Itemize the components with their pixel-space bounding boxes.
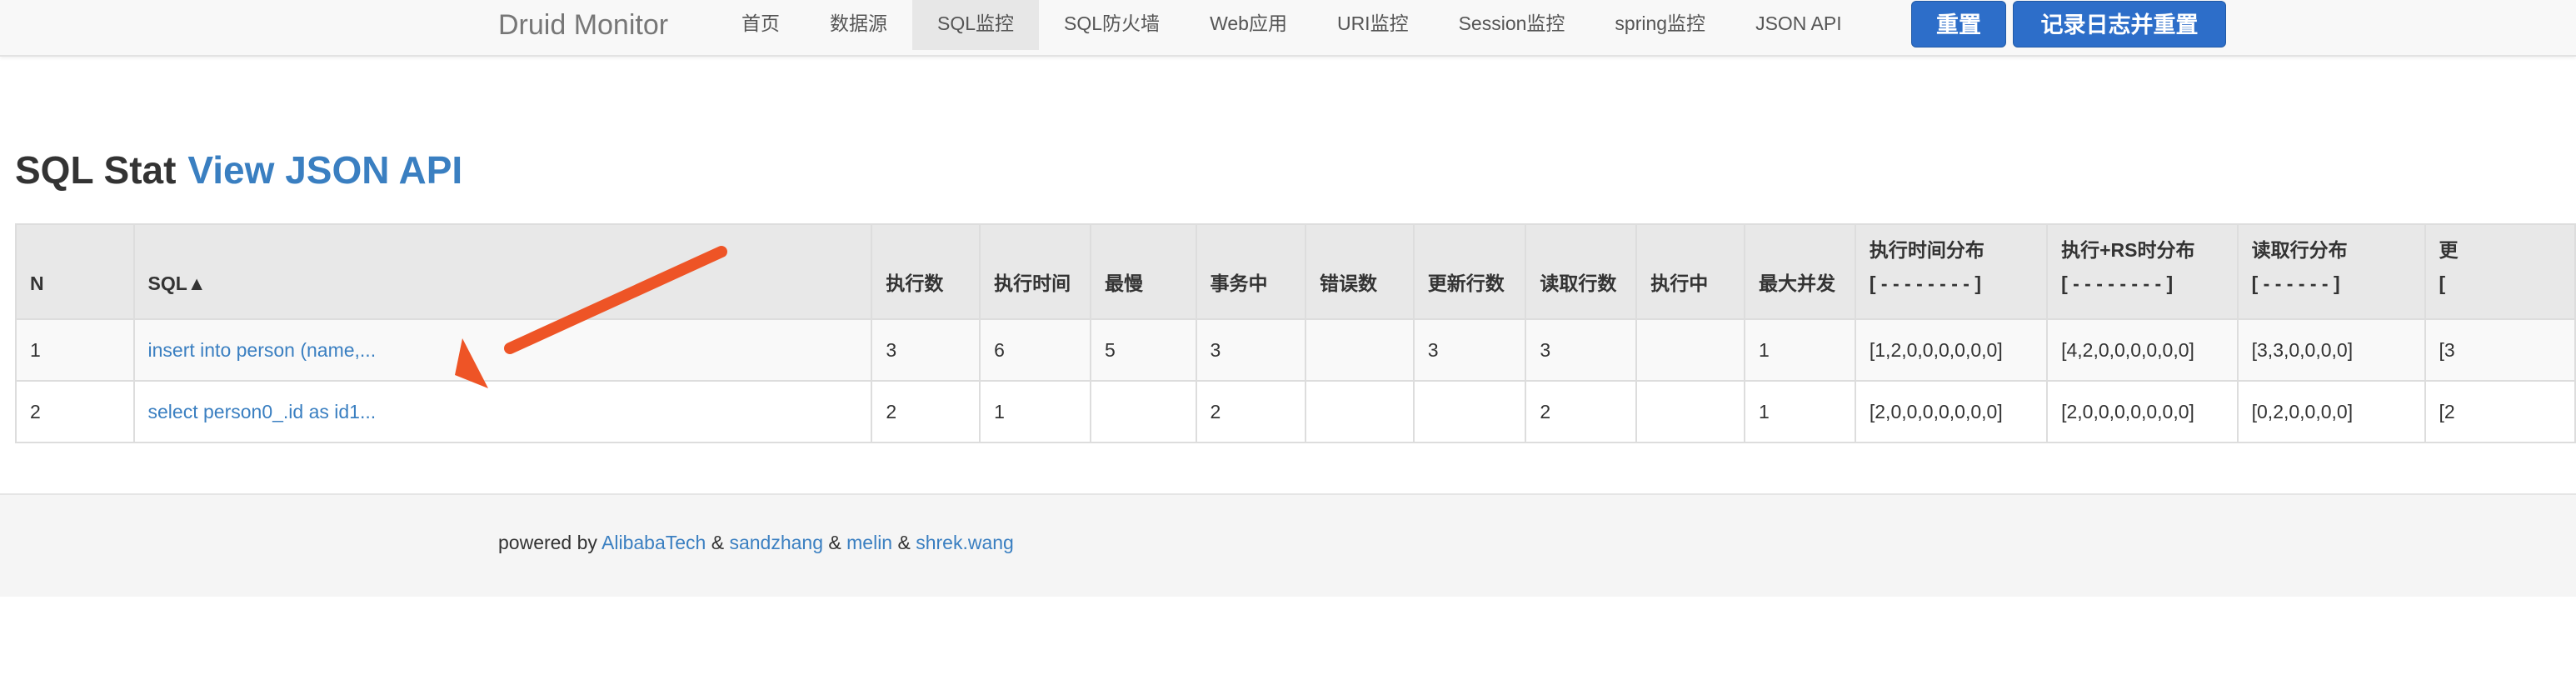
cell-n: 2 [15,380,135,443]
cell-running [1635,318,1745,382]
column-header-read-rows[interactable]: 读取行数 [1525,223,1638,320]
cell-in-transaction: 2 [1195,380,1307,443]
cell-exec-time-histogram: [2,0,0,0,0,0,0,0] [1854,380,2049,443]
cell-running [1635,380,1745,443]
footer-link-sandzhang[interactable]: sandzhang [729,532,823,553]
table-header-row: N SQL▲ 执行数 执行时间 最慢 事务中 错误数 更新行数 读取行数 执行中… [15,223,2576,320]
nav-item-web-app[interactable]: Web应用 [1185,0,1312,50]
column-header-exec-time[interactable]: 执行时间 [979,223,1091,320]
footer-link-shrek-wang[interactable]: shrek.wang [916,532,1014,553]
column-header-running[interactable]: 执行中 [1635,223,1745,320]
footer-prefix: powered by [498,532,602,553]
cell-slowest [1089,380,1197,443]
column-header-in-transaction[interactable]: 事务中 [1195,223,1307,320]
cell-max-concurrency: 1 [1743,380,1856,443]
cell-in-transaction: 3 [1195,318,1307,382]
cell-read-rows: 3 [1525,318,1638,382]
cell-exec-count: 2 [871,380,981,443]
page-title: SQL Stat View JSON API [15,147,462,193]
column-header-exec-count[interactable]: 执行数 [871,223,981,320]
cell-sql: insert into person (name,... [132,318,873,382]
cell-exec-rs-histogram: [4,2,0,0,0,0,0,0] [2046,318,2239,382]
nav-menu: 首页 数据源 SQL监控 SQL防火墙 Web应用 URI监控 Session监… [716,0,1867,50]
cell-max-concurrency: 1 [1743,318,1856,382]
column-header-max-concurrency[interactable]: 最大并发 [1743,223,1856,320]
cell-update-histogram: [3 [2424,318,2576,382]
cell-fetch-row-histogram: [3,3,0,0,0,0] [2236,318,2426,382]
cell-exec-time: 1 [979,380,1091,443]
cell-slowest: 5 [1089,318,1197,382]
nav-item-datasource[interactable]: 数据源 [805,0,912,50]
column-header-slowest[interactable]: 最慢 [1089,223,1197,320]
cell-fetch-row-histogram: [0,2,0,0,0,0] [2236,380,2426,443]
nav-item-uri-monitor[interactable]: URI监控 [1312,0,1434,50]
nav-item-sql-monitor[interactable]: SQL监控 [912,0,1040,50]
nav-item-spring-monitor[interactable]: spring监控 [1590,0,1730,50]
brand-logo[interactable]: Druid Monitor [498,3,668,47]
column-header-exec-rs-histogram: 执行+RS时分布[ - - - - - - - - ] [2046,223,2239,320]
sql-link[interactable]: select person0_.id as id1... [148,401,377,422]
cell-error-count [1305,318,1415,382]
nav-item-json-api[interactable]: JSON API [1730,0,1867,50]
footer-separator: & [892,532,916,553]
column-header-fetch-row-histogram: 读取行分布[ - - - - - - ] [2236,223,2426,320]
table-row: 2 select person0_.id as id1... 2 1 2 2 1… [15,380,2576,443]
top-navbar: Druid Monitor 首页 数据源 SQL监控 SQL防火墙 Web应用 … [0,0,2576,57]
sql-link[interactable]: insert into person (name,... [148,339,377,361]
cell-update-histogram: [2 [2424,380,2576,443]
cell-n: 1 [15,318,135,382]
footer-credits: powered by AlibabaTech & sandzhang & mel… [498,532,1014,554]
column-header-n[interactable]: N [15,223,135,320]
cell-exec-rs-histogram: [2,0,0,0,0,0,0,0] [2046,380,2239,443]
footer-link-melin[interactable]: melin [846,532,892,553]
footer-separator: & [823,532,847,553]
cell-error-count [1305,380,1415,443]
view-json-api-link[interactable]: View JSON API [187,148,462,192]
nav-item-home[interactable]: 首页 [716,0,805,50]
nav-item-sql-firewall[interactable]: SQL防火墙 [1039,0,1185,50]
column-header-update-histogram: 更[ [2424,223,2576,320]
cell-sql: select person0_.id as id1... [132,380,873,443]
footer-link-alibabatech[interactable]: AlibabaTech [602,532,706,553]
column-header-update-rows[interactable]: 更新行数 [1412,223,1527,320]
reset-button[interactable]: 重置 [1911,1,2006,48]
column-header-sql[interactable]: SQL▲ [132,223,873,320]
cell-exec-time-histogram: [1,2,0,0,0,0,0,0] [1854,318,2049,382]
cell-read-rows: 2 [1525,380,1638,443]
page-footer: powered by AlibabaTech & sandzhang & mel… [0,493,2576,597]
sql-stat-table: N SQL▲ 执行数 执行时间 最慢 事务中 错误数 更新行数 读取行数 执行中… [15,223,2576,443]
cell-exec-time: 6 [979,318,1091,382]
column-header-exec-time-histogram: 执行时间分布[ - - - - - - - - ] [1854,223,2049,320]
cell-update-rows: 3 [1412,318,1527,382]
cell-exec-count: 3 [871,318,981,382]
nav-item-session-monitor[interactable]: Session监控 [1434,0,1590,50]
page-title-text: SQL Stat [15,148,177,192]
column-header-error-count[interactable]: 错误数 [1305,223,1415,320]
table-row: 1 insert into person (name,... 3 6 5 3 3… [15,318,2576,382]
footer-separator: & [706,532,730,553]
log-and-reset-button[interactable]: 记录日志并重置 [2013,1,2226,48]
cell-update-rows [1412,380,1527,443]
